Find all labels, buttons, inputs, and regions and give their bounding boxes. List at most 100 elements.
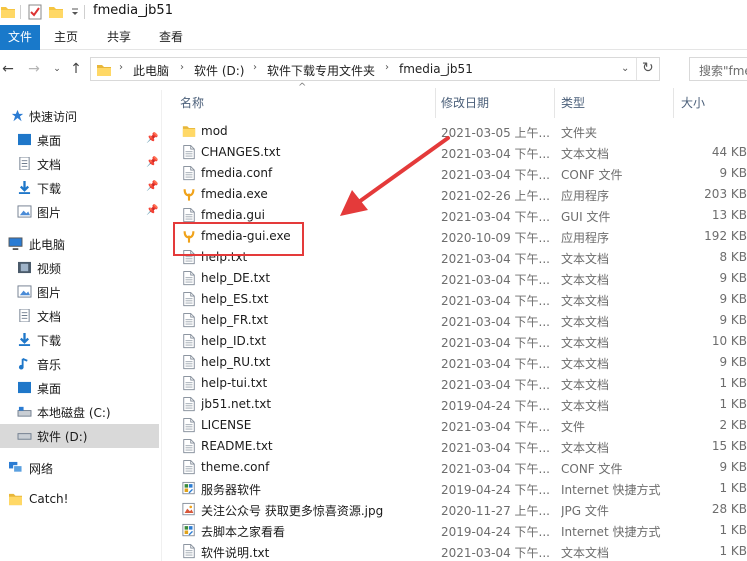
file-row[interactable]: 服务器软件 2019-04-24 下午... Internet 快捷方式 1 KB bbox=[176, 478, 747, 499]
file-row[interactable]: jb51.net.txt 2019-04-24 下午... 文本文档 1 KB bbox=[176, 394, 747, 415]
file-name[interactable]: jb51.net.txt bbox=[201, 397, 433, 411]
file-row[interactable]: help_ID.txt 2021-03-04 下午... 文本文档 10 KB bbox=[176, 331, 747, 352]
pin-icon[interactable]: 📌 bbox=[146, 157, 158, 169]
file-row[interactable]: help_ES.txt 2021-03-04 下午... 文本文档 9 KB bbox=[176, 289, 747, 310]
text-file-icon bbox=[183, 355, 195, 370]
column-header-name[interactable]: 名称 bbox=[180, 94, 204, 114]
nav-item-downloads[interactable]: 下载 📌 bbox=[0, 176, 159, 200]
file-name[interactable]: 软件说明.txt bbox=[201, 544, 433, 561]
nav-item-desktop[interactable]: 桌面 📌 bbox=[0, 128, 159, 152]
file-row[interactable]: 软件说明.txt 2021-03-04 下午... 文本文档 1 KB bbox=[176, 541, 747, 561]
file-row[interactable]: LICENSE 2021-03-04 下午... 文件 2 KB bbox=[176, 415, 747, 436]
nav-item-pictures[interactable]: 图片 bbox=[0, 280, 159, 304]
file-row[interactable]: help-tui.txt 2021-03-04 下午... 文本文档 1 KB bbox=[176, 373, 747, 394]
breadcrumb-drive-d[interactable]: 软件 (D:) bbox=[194, 62, 244, 79]
file-type: 文本文档 bbox=[561, 147, 610, 161]
nav-item-this-pc[interactable]: 此电脑 bbox=[0, 232, 159, 256]
tab-view[interactable]: 查看 bbox=[150, 25, 192, 50]
column-header-type[interactable]: 类型 bbox=[561, 94, 585, 114]
nav-item-label: 文档 bbox=[37, 310, 62, 324]
file-name[interactable]: help_ES.txt bbox=[201, 292, 433, 306]
column-divider[interactable] bbox=[435, 88, 436, 118]
chevron-right-icon[interactable]: › bbox=[385, 62, 389, 73]
nav-item-documents[interactable]: 文档 bbox=[0, 304, 159, 328]
nav-item-drive-d[interactable]: 软件 (D:) bbox=[0, 424, 159, 448]
nav-item-music[interactable]: 音乐 bbox=[0, 352, 159, 376]
pin-icon[interactable]: 📌 bbox=[146, 133, 158, 145]
file-row[interactable]: theme.conf 2021-03-04 下午... CONF 文件 9 KB bbox=[176, 457, 747, 478]
file-size: 8 KB bbox=[719, 250, 747, 264]
nav-item-catch[interactable]: Catch! bbox=[0, 488, 159, 512]
breadcrumb-this-pc[interactable]: 此电脑 bbox=[133, 62, 169, 79]
file-name[interactable]: help_FR.txt bbox=[201, 313, 433, 327]
nav-item-videos[interactable]: 视频 bbox=[0, 256, 159, 280]
file-row[interactable]: help_RU.txt 2021-03-04 下午... 文本文档 9 KB bbox=[176, 352, 747, 373]
file-name[interactable]: theme.conf bbox=[201, 460, 433, 474]
file-name[interactable]: help_RU.txt bbox=[201, 355, 433, 369]
file-date: 2019-04-24 下午... bbox=[441, 483, 550, 497]
breadcrumb-current-folder[interactable]: fmedia_jb51 bbox=[399, 62, 473, 76]
chevron-right-icon[interactable]: › bbox=[180, 62, 184, 73]
text-file-icon bbox=[183, 208, 195, 223]
file-size: 1 KB bbox=[719, 397, 747, 411]
column-header-date[interactable]: 修改日期 bbox=[441, 94, 489, 114]
file-name[interactable]: LICENSE bbox=[201, 418, 433, 432]
tab-share[interactable]: 共享 bbox=[98, 25, 140, 50]
nav-item-drive-c[interactable]: 本地磁盘 (C:) bbox=[0, 400, 159, 424]
pin-icon[interactable]: 📌 bbox=[146, 205, 158, 217]
nav-item-desktop[interactable]: 桌面 bbox=[0, 376, 159, 400]
file-row[interactable]: fmedia.conf 2021-03-04 下午... CONF 文件 9 KB bbox=[176, 163, 747, 184]
nav-item-label: 桌面 bbox=[37, 382, 62, 396]
column-divider[interactable] bbox=[673, 88, 674, 118]
nav-item-label: 视频 bbox=[37, 262, 62, 276]
recent-locations-chevron-icon[interactable]: ⌄ bbox=[49, 61, 65, 77]
file-type: 文本文档 bbox=[561, 378, 610, 392]
computer-icon bbox=[8, 237, 23, 250]
nav-item-downloads[interactable]: 下载 bbox=[0, 328, 159, 352]
nav-item-pictures[interactable]: 图片 📌 bbox=[0, 200, 159, 224]
nav-item-network[interactable]: 网络 bbox=[0, 456, 159, 480]
column-header-size[interactable]: 大小 bbox=[681, 94, 705, 114]
pin-icon[interactable]: 📌 bbox=[146, 181, 158, 193]
file-name[interactable]: 关注公众号 获取更多惊喜资源.jpg bbox=[201, 502, 433, 519]
chevron-right-icon[interactable]: › bbox=[119, 62, 123, 73]
file-row[interactable]: help_FR.txt 2021-03-04 下午... 文本文档 9 KB bbox=[176, 310, 747, 331]
file-row[interactable]: 去脚本之家看看 2019-04-24 下午... Internet 快捷方式 1 KB bbox=[176, 520, 747, 541]
new-folder-icon[interactable] bbox=[48, 4, 64, 20]
file-name[interactable]: README.txt bbox=[201, 439, 433, 453]
tab-file[interactable]: 文件 bbox=[0, 25, 40, 50]
folder-icon[interactable] bbox=[0, 4, 16, 20]
back-arrow-icon[interactable]: ← bbox=[0, 61, 16, 77]
file-size: 1 KB bbox=[719, 481, 747, 495]
tab-home[interactable]: 主页 bbox=[45, 25, 87, 50]
customize-toolbar-icon[interactable] bbox=[67, 4, 83, 20]
file-row[interactable]: help_DE.txt 2021-03-04 下午... 文本文档 9 KB bbox=[176, 268, 747, 289]
forward-arrow-icon[interactable]: → bbox=[26, 61, 42, 77]
file-row[interactable]: 关注公众号 获取更多惊喜资源.jpg 2020-11-27 上午... JPG 文件… bbox=[176, 499, 747, 520]
nav-item-documents[interactable]: 文档 📌 bbox=[0, 152, 159, 176]
address-bar[interactable]: › 此电脑 › 软件 (D:) › 软件下载专用文件夹 › fmedia_jb5… bbox=[90, 57, 660, 81]
file-name[interactable]: help_DE.txt bbox=[201, 271, 433, 285]
column-divider[interactable] bbox=[554, 88, 555, 118]
file-name[interactable]: help-tui.txt bbox=[201, 376, 433, 390]
up-arrow-icon[interactable]: ↑ bbox=[68, 61, 84, 77]
nav-item-quick-access[interactable]: 快速访问 bbox=[0, 104, 159, 128]
address-dropdown-icon[interactable]: ⌄ bbox=[621, 63, 629, 74]
music-icon bbox=[18, 357, 28, 370]
refresh-icon[interactable]: ↻ bbox=[642, 60, 654, 76]
file-name[interactable]: 去脚本之家看看 bbox=[201, 523, 433, 540]
properties-icon[interactable] bbox=[27, 4, 43, 20]
file-name[interactable]: 服务器软件 bbox=[201, 481, 433, 498]
file-type: 文本文档 bbox=[561, 441, 610, 455]
search-input[interactable]: 搜索"fme bbox=[689, 57, 747, 81]
file-row[interactable]: fmedia.exe 2021-02-26 上午... 应用程序 203 KB bbox=[176, 184, 747, 205]
breadcrumb-download-folder[interactable]: 软件下载专用文件夹 bbox=[267, 62, 375, 79]
search-placeholder: 搜索"fme bbox=[699, 64, 747, 78]
network-icon bbox=[9, 461, 23, 473]
file-row[interactable]: mod 2021-03-05 上午... 文件夹 bbox=[176, 121, 747, 142]
file-row[interactable]: CHANGES.txt 2021-03-04 下午... 文本文档 44 KB bbox=[176, 142, 747, 163]
chevron-right-icon[interactable]: › bbox=[253, 62, 257, 73]
pane-divider[interactable] bbox=[161, 90, 162, 561]
file-name[interactable]: help_ID.txt bbox=[201, 334, 433, 348]
file-row[interactable]: README.txt 2021-03-04 下午... 文本文档 15 KB bbox=[176, 436, 747, 457]
